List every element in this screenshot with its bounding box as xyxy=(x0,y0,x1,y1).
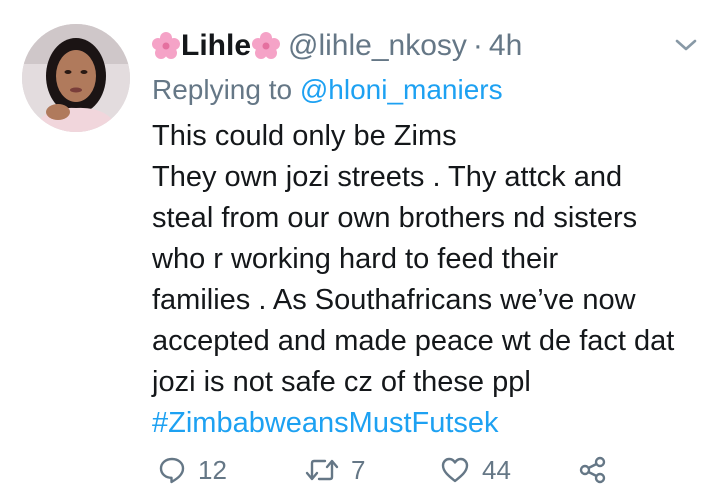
tweet-text-line: steal from our own brothers nd sisters xyxy=(152,202,638,234)
reply-button[interactable]: 12 xyxy=(158,448,227,492)
retweet-count: 7 xyxy=(351,454,366,485)
tweet-text-line: who r working hard to feed their xyxy=(152,243,559,275)
tweet-text-line: They own jozi streets . Thy attck and xyxy=(152,161,623,193)
tweet-header: Lihle @lihle_nkosy · 4h xyxy=(152,24,522,68)
avatar[interactable] xyxy=(22,24,130,132)
separator-dot: · xyxy=(472,29,483,62)
share-button[interactable] xyxy=(578,448,608,492)
replying-to-label: Replying to xyxy=(152,74,293,105)
flower-emoji-icon xyxy=(152,32,180,60)
display-name[interactable]: Lihle xyxy=(181,24,251,68)
heart-icon xyxy=(440,456,470,484)
replying-to-line: Replying to @hloni_maniers xyxy=(152,70,503,110)
like-button[interactable]: 44 xyxy=(440,448,511,492)
tweet-text-line: families . As Southafricans we’ve now xyxy=(152,284,636,316)
reply-count: 12 xyxy=(198,454,227,485)
reply-icon xyxy=(158,456,186,484)
share-icon xyxy=(578,455,608,485)
tweet-text-line: accepted and made peace wt de fact dat xyxy=(152,325,675,357)
flower-emoji-icon xyxy=(252,32,281,60)
user-handle[interactable]: @lihle_nkosy xyxy=(288,24,467,68)
tweet[interactable]: Lihle @lihle_nkosy · 4h Replying to @hlo… xyxy=(0,0,720,485)
reply-mention-link[interactable]: @hloni_maniers xyxy=(300,74,503,105)
tweet-text: This could only be Zims They own jozi st… xyxy=(152,116,692,444)
tweet-text-line: This could only be Zims xyxy=(152,120,457,152)
hashtag-link[interactable]: #ZimbabweansMustFutsek xyxy=(152,403,692,444)
like-count: 44 xyxy=(482,454,511,485)
retweet-icon xyxy=(305,456,339,484)
timestamp[interactable]: 4h xyxy=(489,24,522,68)
tweet-text-line: jozi is not safe cz of these ppl xyxy=(152,366,531,398)
retweet-button[interactable]: 7 xyxy=(305,448,365,492)
chevron-down-icon[interactable] xyxy=(672,34,700,56)
